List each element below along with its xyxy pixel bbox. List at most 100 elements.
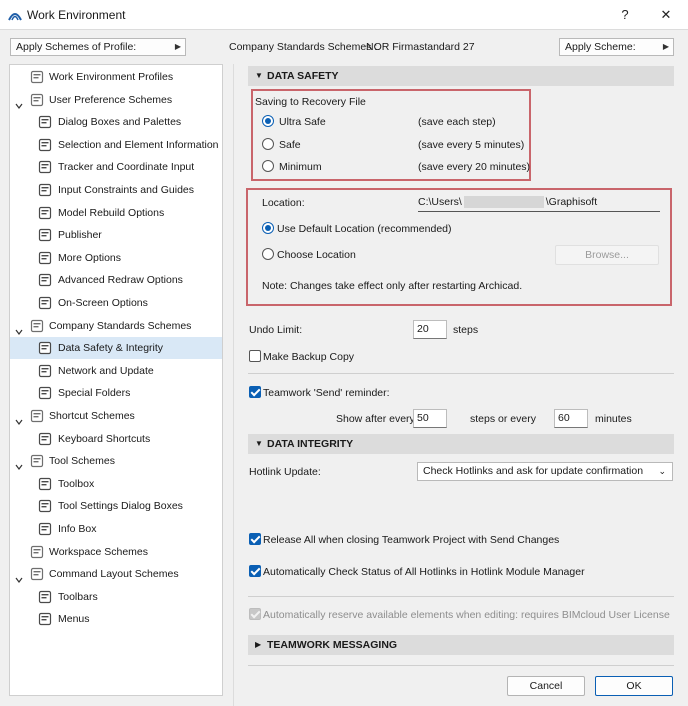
apply-profile-dropdown[interactable]: Apply Schemes of Profile: ▶ [10, 38, 186, 56]
auto-reserve-label: Automatically reserve available elements… [263, 609, 670, 621]
tree-item-label: More Options [58, 251, 122, 264]
menus-icon [38, 612, 52, 626]
tree-item[interactable]: Command Layout Schemes [10, 563, 222, 585]
onscreen-icon [38, 296, 52, 310]
apply-profile-label: Apply Schemes of Profile: [16, 41, 137, 53]
chevron-down-icon[interactable] [15, 96, 23, 109]
choose-location-radio[interactable] [262, 248, 274, 260]
tree-item[interactable]: Advanced Redraw Options [10, 269, 222, 291]
teamwork-reminder-checkbox[interactable] [249, 386, 261, 398]
tree-item-label: Selection and Element Information [58, 138, 219, 151]
tree-item-label: Info Box [58, 523, 97, 535]
constraints-icon [38, 183, 52, 197]
show-after-label: Show after every [336, 413, 415, 425]
ultra-safe-radio[interactable] [262, 115, 274, 127]
tree-item[interactable]: Input Constraints and Guides [10, 179, 222, 201]
chevron-down-icon[interactable] [15, 322, 23, 335]
rebuild-icon [38, 206, 52, 220]
window-title: Work Environment [27, 8, 126, 22]
release-all-checkbox[interactable] [249, 533, 261, 545]
recovery-file-label: Saving to Recovery File [255, 96, 366, 108]
tree-item[interactable]: Tracker and Coordinate Input [10, 156, 222, 178]
hotlink-update-select[interactable]: Check Hotlinks and ask for update confir… [417, 462, 673, 481]
teamwork-reminder-label: Teamwork 'Send' reminder: [263, 387, 390, 399]
tree-item-label: Toolbox [58, 477, 95, 490]
tree-item-label: Work Environment Profiles [49, 71, 174, 83]
tree-item[interactable]: Shortcut Schemes [10, 405, 222, 427]
xyz-icon [38, 160, 52, 174]
tree-item[interactable]: Tool Schemes [10, 450, 222, 472]
browse-button[interactable]: Browse... [555, 245, 659, 265]
tree-item[interactable]: On-Screen Options [10, 292, 222, 314]
chevron-down-icon[interactable] [15, 457, 23, 471]
tree-item[interactable]: User Preference Schemes [10, 89, 222, 111]
tree-item[interactable]: Company Standards Schemes [10, 315, 222, 337]
chevron-down-icon[interactable] [15, 412, 23, 425]
publisher-icon [38, 228, 52, 242]
minimum-note: (save every 20 minutes) [418, 161, 531, 173]
tree-item[interactable]: More Options [10, 247, 222, 269]
minimum-label: Minimum [279, 161, 322, 173]
tree-item-label: Model Rebuild Options [58, 206, 165, 219]
ok-button[interactable]: OK [595, 676, 673, 696]
tool-icon [30, 454, 44, 468]
auto-check-hotlinks-checkbox[interactable] [249, 565, 261, 577]
apply-scheme-dropdown[interactable]: Apply Scheme: ▶ [559, 38, 674, 56]
user-icon [30, 93, 44, 107]
data-safety-header[interactable]: ▼ DATA SAFETY [248, 66, 674, 86]
tree-item-label: Tool Settings Dialog Boxes [58, 500, 183, 513]
auto-check-hotlinks-label: Automatically Check Status of All Hotlin… [263, 566, 585, 578]
tree-item[interactable]: Keyboard Shortcuts [10, 428, 222, 450]
tree-item[interactable]: Model Rebuild Options [10, 202, 222, 224]
toolbars-icon [38, 590, 52, 604]
tree-item[interactable]: Info Box [10, 518, 222, 540]
ultra-safe-note: (save each step) [418, 116, 496, 128]
shortcut-icon [30, 409, 44, 423]
ultra-safe-label: Ultra Safe [279, 116, 326, 128]
teamwork-messaging-header[interactable]: ▶ TEAMWORK MESSAGING [248, 635, 674, 655]
tree-item[interactable]: Data Safety & Integrity [10, 337, 222, 360]
tree-item[interactable]: Workspace Schemes [10, 541, 222, 563]
command-layout-icon [30, 567, 44, 581]
tree-item[interactable]: Menus [10, 608, 222, 630]
tree-item[interactable]: Special Folders [10, 382, 222, 404]
chevron-down-icon[interactable] [15, 570, 23, 584]
redacted-username [463, 196, 544, 209]
safe-radio[interactable] [262, 138, 274, 150]
tree-item[interactable]: Work Environment Profiles [10, 66, 222, 88]
redraw-icon [38, 273, 52, 287]
reminder-steps-input[interactable]: 50 [413, 409, 447, 428]
tree-item[interactable]: Tool Settings Dialog Boxes [10, 495, 222, 517]
tree-item-label: User Preference Schemes [49, 93, 173, 106]
tree-item-label: Workspace Schemes [49, 545, 149, 558]
default-location-label: Use Default Location (recommended) [277, 223, 452, 235]
auto-reserve-checkbox [249, 608, 261, 620]
divider [248, 373, 674, 374]
tree-item[interactable]: Dialog Boxes and Palettes [10, 111, 222, 133]
help-button[interactable]: ? [614, 4, 636, 26]
tree-item[interactable]: Publisher [10, 224, 222, 246]
tree-item[interactable]: Toolbox [10, 473, 222, 495]
tree-item[interactable]: Selection and Element Information [10, 134, 222, 156]
chevron-down-icon: ⌄ [658, 466, 666, 476]
default-location-radio[interactable] [262, 222, 274, 234]
undo-limit-input[interactable]: 20 [413, 320, 447, 339]
backup-copy-checkbox[interactable] [249, 350, 261, 362]
tool-settings-icon [38, 499, 52, 513]
tree-item[interactable]: Network and Update [10, 360, 222, 382]
steps-or-label: steps or every [470, 413, 536, 425]
tree-item[interactable]: Toolbars [10, 586, 222, 608]
minimum-radio[interactable] [262, 160, 274, 172]
tree-item-label: On-Screen Options [58, 297, 148, 309]
cancel-button[interactable]: Cancel [507, 676, 585, 696]
data-integrity-header[interactable]: ▼ DATA INTEGRITY [248, 434, 674, 454]
tree-item-label: Special Folders [58, 387, 131, 400]
data-safety-icon [38, 341, 52, 355]
tree-item-label: Company Standards Schemes [49, 319, 192, 332]
profiles-icon [30, 70, 44, 84]
close-button[interactable]: ✕ [655, 4, 677, 26]
choose-location-label: Choose Location [277, 249, 356, 261]
reminder-minutes-input[interactable]: 60 [554, 409, 588, 428]
folder-icon [38, 386, 52, 400]
company-schemes-value: NOR Firmastandard 27 [366, 41, 475, 53]
